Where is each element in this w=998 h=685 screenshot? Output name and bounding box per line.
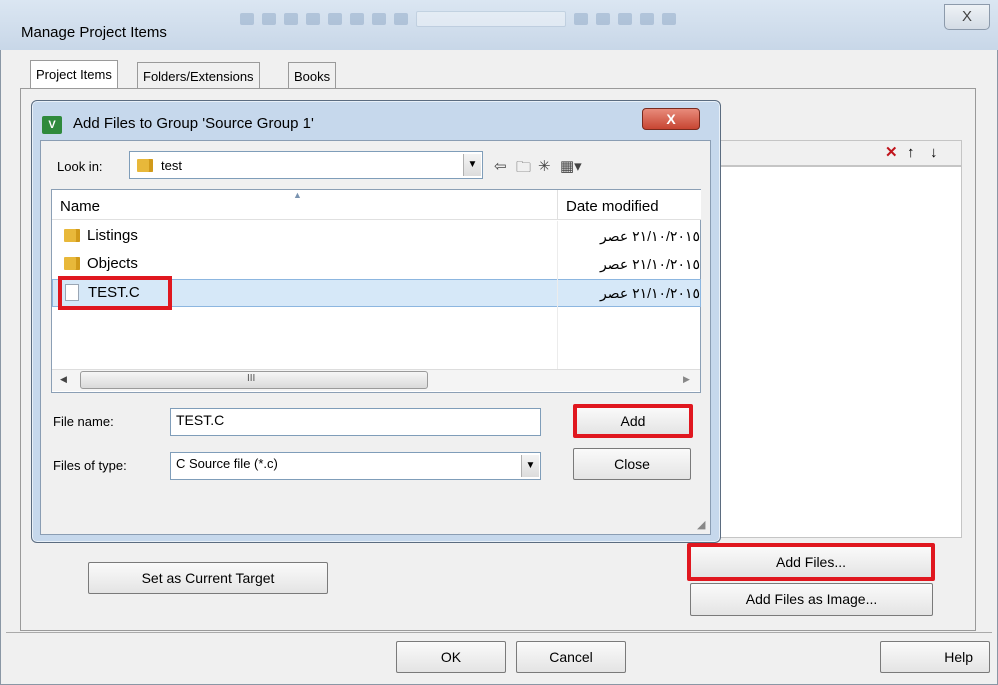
sort-arrow-icon: ▲ — [293, 190, 302, 200]
list-item[interactable]: Objects ٢١/١٠/٢٠١٥ عصر — [52, 251, 701, 279]
scroll-left-icon[interactable]: ◀ — [60, 374, 67, 385]
column-divider — [557, 221, 558, 369]
folder-icon — [64, 257, 80, 270]
back-arrow-icon[interactable]: ⇦ — [494, 157, 507, 175]
close-button[interactable]: Close — [573, 448, 691, 480]
toolbar-icon — [394, 13, 408, 25]
window-close-button[interactable]: X — [944, 4, 990, 30]
files-list[interactable] — [720, 166, 962, 538]
toolbar-combo — [416, 11, 566, 27]
toolbar-icon — [306, 13, 320, 25]
toolbar-icon — [574, 13, 588, 25]
folder-icon — [64, 229, 80, 242]
look-in-combo[interactable]: test ▼ — [129, 151, 483, 179]
move-up-icon[interactable]: ↑ — [907, 145, 915, 161]
set-as-current-target-button[interactable]: Set as Current Target — [88, 562, 328, 594]
file-type-label: Files of type: — [53, 458, 127, 473]
add-files-button[interactable]: Add Files... — [687, 543, 935, 581]
add-files-as-image-button[interactable]: Add Files as Image... — [690, 583, 933, 616]
window-title: Manage Project Items — [21, 24, 167, 41]
files-list-toolbar — [720, 140, 962, 166]
help-button[interactable]: Help — [880, 641, 990, 673]
tab-books[interactable]: Books — [288, 62, 337, 88]
tab-project-items[interactable]: Project Items — [30, 60, 118, 88]
file-name-label: File name: — [53, 414, 114, 429]
chevron-down-icon[interactable]: ▼ — [521, 455, 539, 477]
toolbar-icon — [328, 13, 342, 25]
add-button[interactable]: Add — [573, 404, 693, 438]
file-date: ٢١/١٠/٢٠١٥ عصر — [599, 285, 700, 301]
file-type-value: C Source file (*.c) — [176, 456, 278, 471]
toolbar-icon — [662, 13, 676, 25]
toolbar-icon — [618, 13, 632, 25]
app-icon: V — [42, 116, 62, 134]
tab-folders-extensions[interactable]: Folders/Extensions — [137, 62, 260, 88]
look-in-label: Look in: — [57, 159, 103, 174]
dialog-close-button[interactable]: X — [642, 108, 700, 130]
toolbar-icon — [640, 13, 654, 25]
toolbar-icon — [372, 13, 386, 25]
toolbar-icon — [262, 13, 276, 25]
toolbar-icon — [350, 13, 364, 25]
list-item[interactable]: Listings ٢١/١٠/٢٠١٥ عصر — [52, 223, 701, 251]
file-date: ٢١/١٠/٢٠١٥ عصر — [599, 228, 700, 244]
toolbar-icon — [240, 13, 254, 25]
toolbar-icon — [284, 13, 298, 25]
folder-icon — [137, 159, 153, 172]
column-name[interactable]: Name — [52, 190, 557, 220]
file-name: Objects — [87, 255, 138, 272]
look-in-value: test — [161, 158, 182, 173]
column-date-modified[interactable]: Date modified — [558, 190, 701, 220]
view-menu-icon[interactable]: ▦▾ — [560, 157, 582, 175]
scroll-grip: III — [247, 373, 256, 384]
file-date: ٢١/١٠/٢٠١٥ عصر — [599, 256, 700, 272]
file-type-select[interactable]: C Source file (*.c) ▼ — [170, 452, 541, 480]
dialog-title: Add Files to Group 'Source Group 1' — [73, 115, 314, 132]
cancel-button[interactable]: Cancel — [516, 641, 626, 673]
ok-button[interactable]: OK — [396, 641, 506, 673]
up-folder-icon[interactable]: 🗀 — [516, 157, 531, 182]
file-name: Listings — [87, 227, 138, 244]
highlight-box — [58, 276, 172, 310]
chevron-down-icon[interactable]: ▼ — [463, 154, 481, 176]
new-folder-icon[interactable]: ✳ — [538, 157, 551, 175]
background-toolbar — [240, 8, 930, 30]
scroll-right-icon[interactable]: ▶ — [683, 374, 690, 385]
file-name-input[interactable]: TEST.C — [170, 408, 541, 436]
toolbar-icon — [596, 13, 610, 25]
delete-icon[interactable]: ✕ — [885, 145, 898, 161]
move-down-icon[interactable]: ↓ — [930, 145, 938, 161]
divider — [6, 632, 992, 634]
resize-grip[interactable]: ◢ — [697, 518, 705, 531]
